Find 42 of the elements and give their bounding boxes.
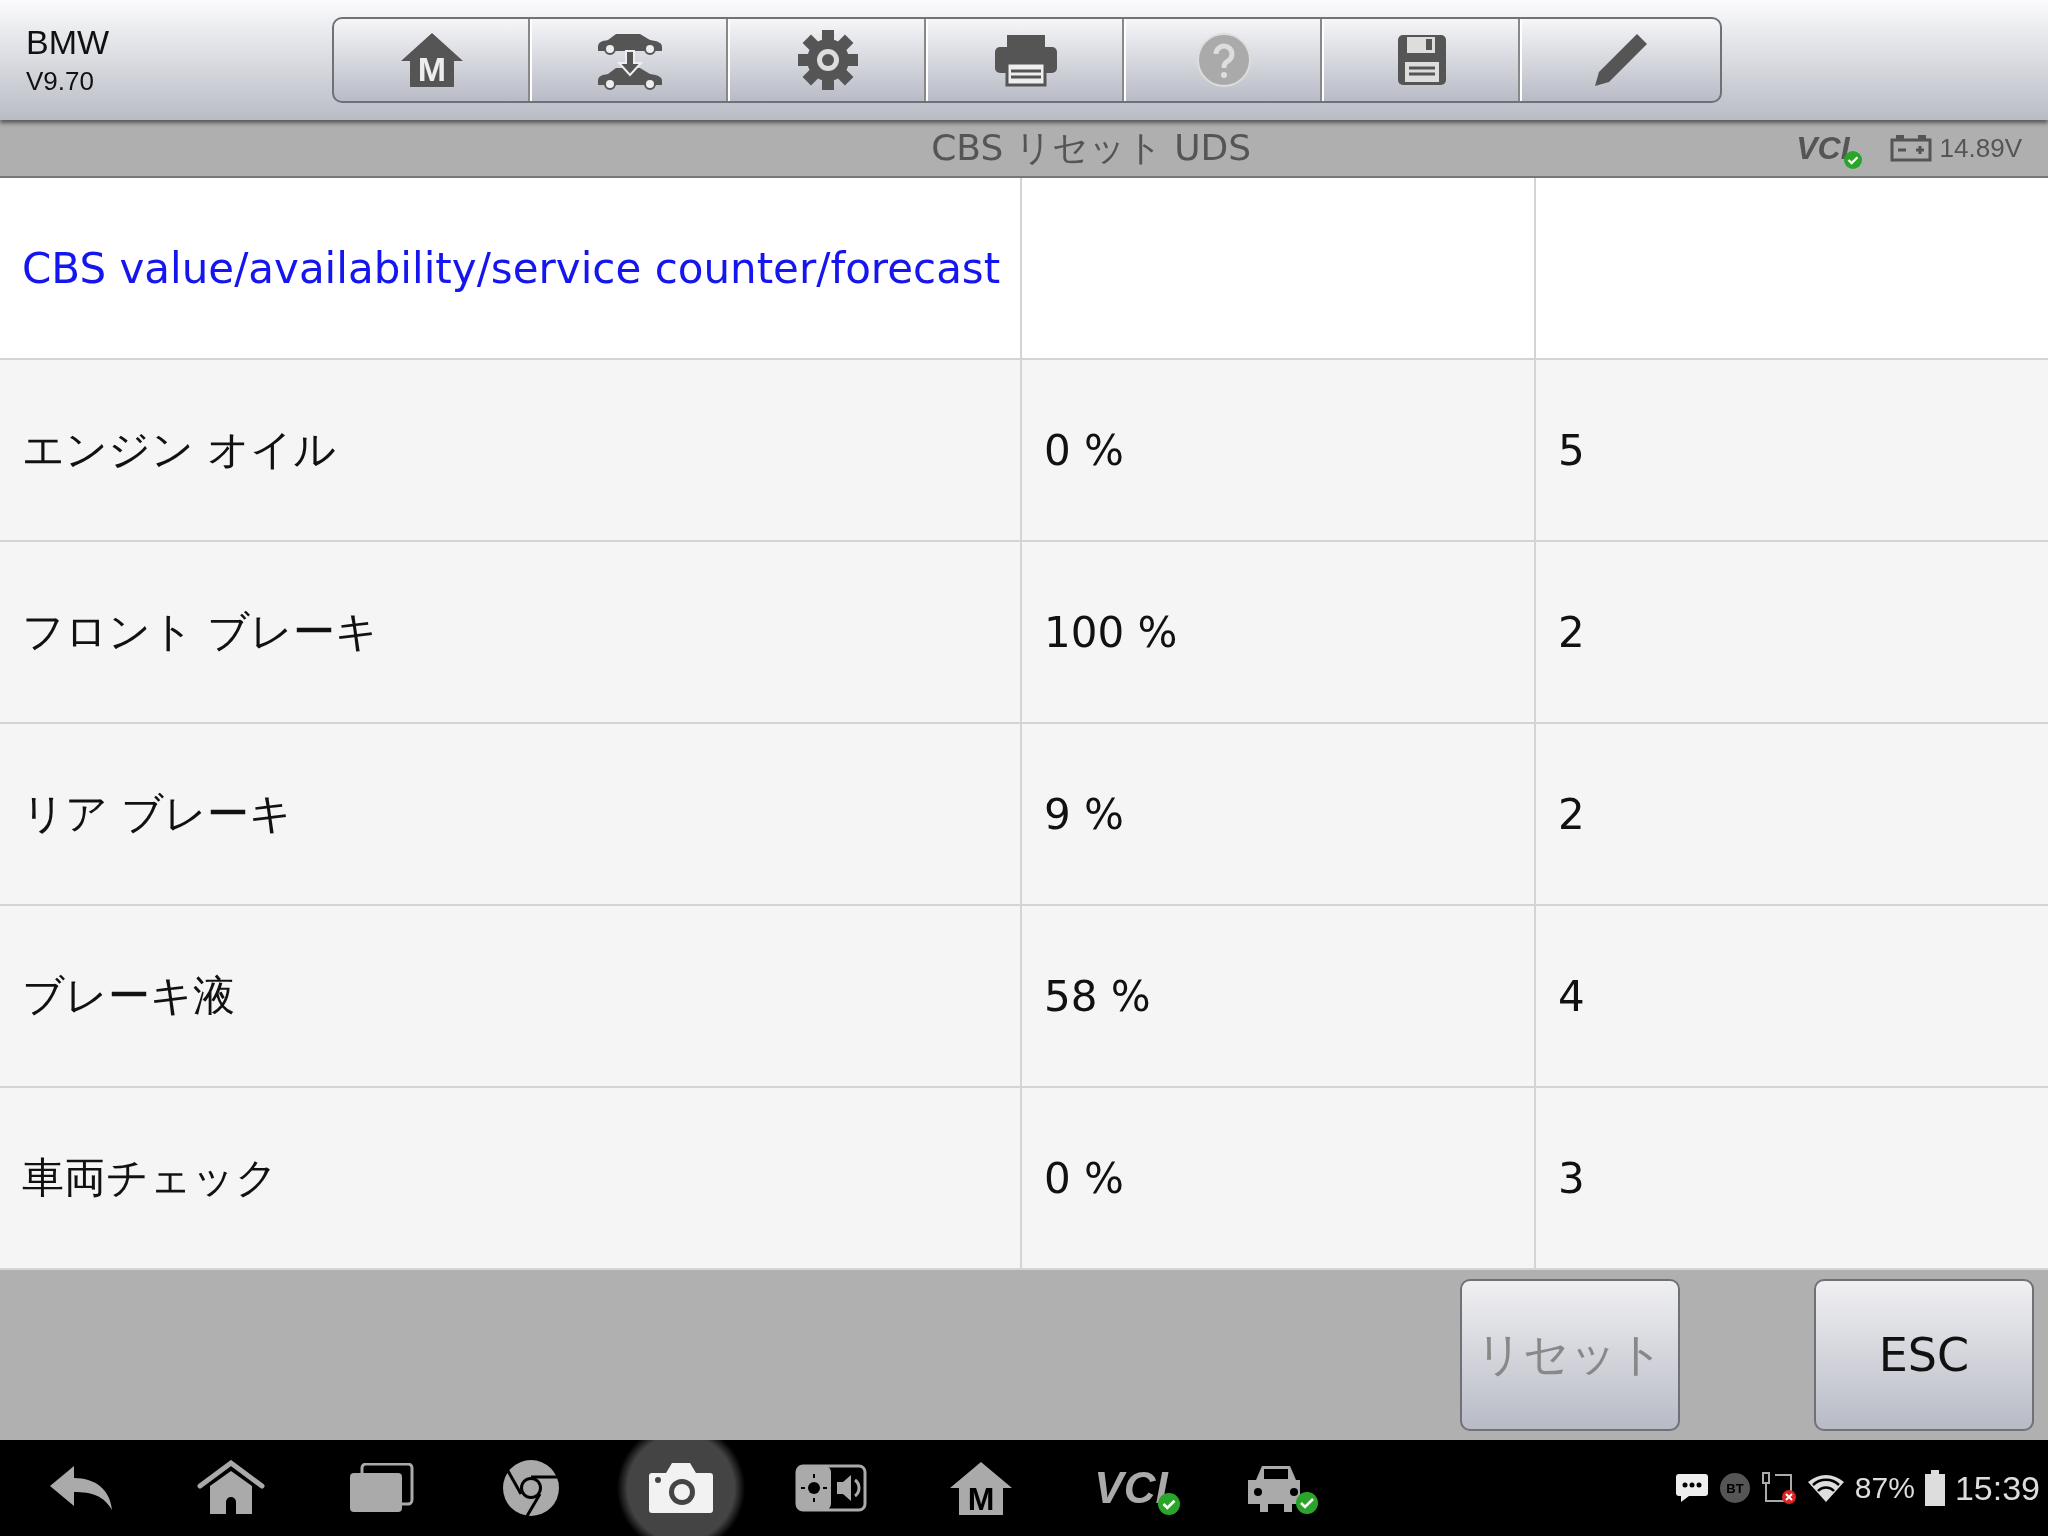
help-icon [1196, 32, 1252, 88]
home-icon [196, 1460, 266, 1516]
home-icon: M [399, 31, 465, 89]
table-cell: フロント ブレーキ [0, 542, 1022, 724]
wifi-icon [1806, 1473, 1845, 1503]
save-icon [1397, 34, 1447, 86]
vci-label: VCI [1094, 1463, 1168, 1513]
browser-icon [502, 1459, 560, 1517]
table-cell: エンジン オイル [0, 360, 1022, 542]
back-icon [48, 1464, 114, 1512]
table-cell: 0 % [1022, 360, 1536, 542]
brightness-volume-icon [795, 1464, 867, 1512]
home-icon: M [948, 1460, 1014, 1516]
table-cell: 9 % [1022, 724, 1536, 906]
version-label: V9.70 [26, 66, 95, 97]
table-cell: 100 % [1022, 542, 1536, 724]
brand-name: BMW [26, 23, 111, 62]
esc-button[interactable]: ESC [1814, 1279, 2034, 1431]
voltage-reading: 14.89V [1939, 132, 2022, 164]
clock: 15:39 [1954, 1468, 2040, 1508]
toolbar-button[interactable]: M [334, 19, 532, 101]
network-error-icon [1760, 1471, 1797, 1505]
table-cell: リア ブレーキ [0, 724, 1022, 906]
table-cell: 0 % [1022, 1088, 1536, 1270]
screen-title: CBS リセット UDS [930, 125, 1253, 170]
battery-percentage: 87% [1854, 1471, 1915, 1505]
table-cell: 58 % [1022, 906, 1536, 1088]
bluetooth-icon: BT [1718, 1472, 1751, 1504]
column-header: CBS value/availability/service counter/forecast [22, 243, 1001, 293]
recents-icon [348, 1463, 414, 1513]
battery-icon [1889, 134, 1932, 162]
pencil-icon [1593, 32, 1649, 88]
table-cell: ブレーキ液 [0, 906, 1022, 1088]
settings-icon [797, 29, 859, 91]
nav-button[interactable]: VCI [1056, 1440, 1206, 1536]
table-cell: 車両チェック [0, 1088, 1022, 1270]
camera-icon [648, 1461, 714, 1515]
vci-label: VCI [1796, 129, 1850, 167]
battery-icon [1924, 1470, 1945, 1506]
nav-button[interactable]: M [906, 1440, 1056, 1536]
message-icon [1674, 1473, 1709, 1503]
printer-icon [993, 33, 1059, 87]
